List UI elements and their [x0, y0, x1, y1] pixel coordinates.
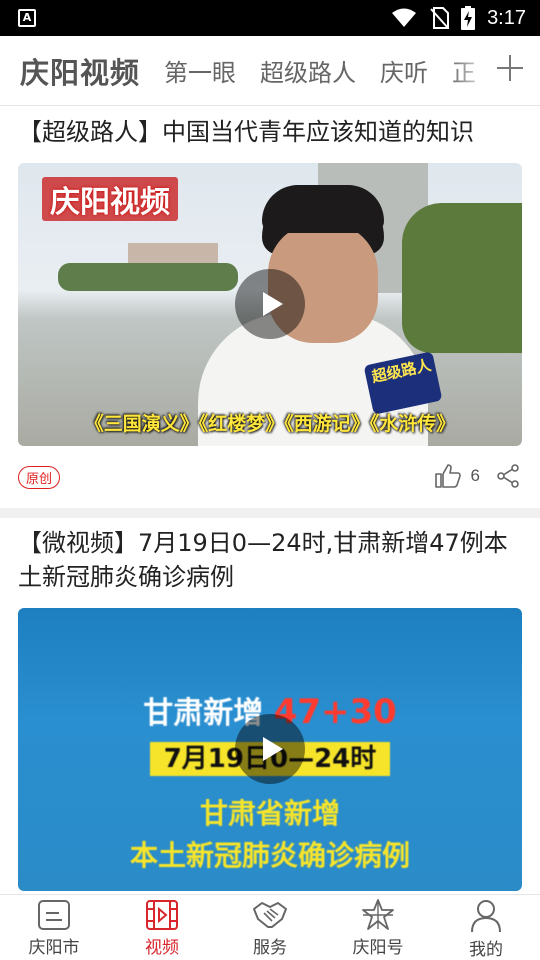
channel-brand-tab[interactable]: 庆阳视频	[20, 50, 140, 92]
star-emblem-icon	[362, 899, 394, 930]
nav-label: 服务	[253, 938, 287, 958]
tabs-fade-overlay	[450, 36, 490, 105]
user-icon	[471, 900, 501, 933]
news-icon	[38, 900, 70, 930]
thumbnail-text: 甘肃省新增	[199, 797, 340, 830]
video-subtitle: 《三国演义》《红楼梦》《西游记》《水浒传》	[84, 413, 456, 435]
play-icon[interactable]	[235, 269, 305, 339]
bottom-nav: 庆阳市 视频 服务 庆阳号 我的	[0, 894, 540, 960]
wifi-icon	[392, 8, 417, 27]
trees	[58, 263, 238, 291]
channel-bar: 庆阳视频 第一眼 超级路人 庆听 正	[0, 36, 540, 106]
card-meta: 原创 6	[18, 446, 522, 508]
video-title[interactable]: 【微视频】7月19日0—24时,甘肃新增47例本土新冠肺炎确诊病例	[18, 526, 522, 594]
like-button[interactable]: 6	[434, 464, 480, 488]
tab-first-look[interactable]: 第一眼	[164, 53, 236, 88]
original-badge: 原创	[18, 465, 61, 489]
clock: 3:17	[487, 6, 526, 29]
tab-qingting[interactable]: 庆听	[380, 53, 428, 88]
nav-item-qingyang-city[interactable]: 庆阳市	[0, 895, 108, 960]
like-count: 6	[470, 466, 480, 485]
trees	[402, 203, 522, 353]
channel-logo: 庆阳视频	[42, 177, 178, 221]
nav-label: 庆阳号	[352, 938, 404, 958]
video-card[interactable]: 【超级路人】中国当代青年应该知道的知识 超级路人 庆阳视频 《三国演义》《红楼梦…	[0, 107, 540, 508]
video-thumbnail[interactable]: 超级路人 庆阳视频 《三国演义》《红楼梦》《西游记》《水浒传》	[18, 163, 522, 446]
nav-item-services[interactable]: 服务	[216, 895, 324, 960]
share-icon[interactable]	[496, 464, 520, 488]
add-channel-icon[interactable]	[496, 54, 524, 82]
notification-app-icon: A	[18, 9, 36, 27]
nav-label: 视频	[145, 938, 179, 958]
nav-item-qingyang-account[interactable]: 庆阳号	[324, 895, 432, 960]
nav-item-mine[interactable]: 我的	[432, 895, 540, 960]
video-card[interactable]: 【微视频】7月19日0—24时,甘肃新增47例本土新冠肺炎确诊病例 甘肃新增 4…	[0, 518, 540, 891]
nav-label: 我的	[469, 940, 503, 960]
nav-item-video[interactable]: 视频	[108, 895, 216, 960]
card-divider	[0, 508, 540, 518]
tab-super-passerby[interactable]: 超级路人	[260, 53, 356, 88]
play-icon[interactable]	[235, 714, 305, 784]
video-thumbnail[interactable]: 甘肃新增 47+30 7月19日0—24时 甘肃省新增 本土新冠肺炎确诊病例	[18, 608, 522, 891]
video-icon	[146, 900, 178, 930]
battery-charging-icon	[461, 6, 476, 30]
thumbnail-text: 本土新冠肺炎确诊病例	[129, 839, 410, 872]
interviewee-hair	[262, 185, 384, 233]
video-feed[interactable]: 【超级路人】中国当代青年应该知道的知识 超级路人 庆阳视频 《三国演义》《红楼梦…	[0, 107, 540, 894]
status-bar: A 3:17	[0, 0, 540, 36]
thumbs-up-icon	[434, 464, 461, 488]
video-title[interactable]: 【超级路人】中国当代青年应该知道的知识	[18, 115, 522, 149]
nav-label: 庆阳市	[28, 938, 80, 958]
no-sim-icon	[430, 7, 450, 29]
handshake-icon	[253, 902, 287, 928]
